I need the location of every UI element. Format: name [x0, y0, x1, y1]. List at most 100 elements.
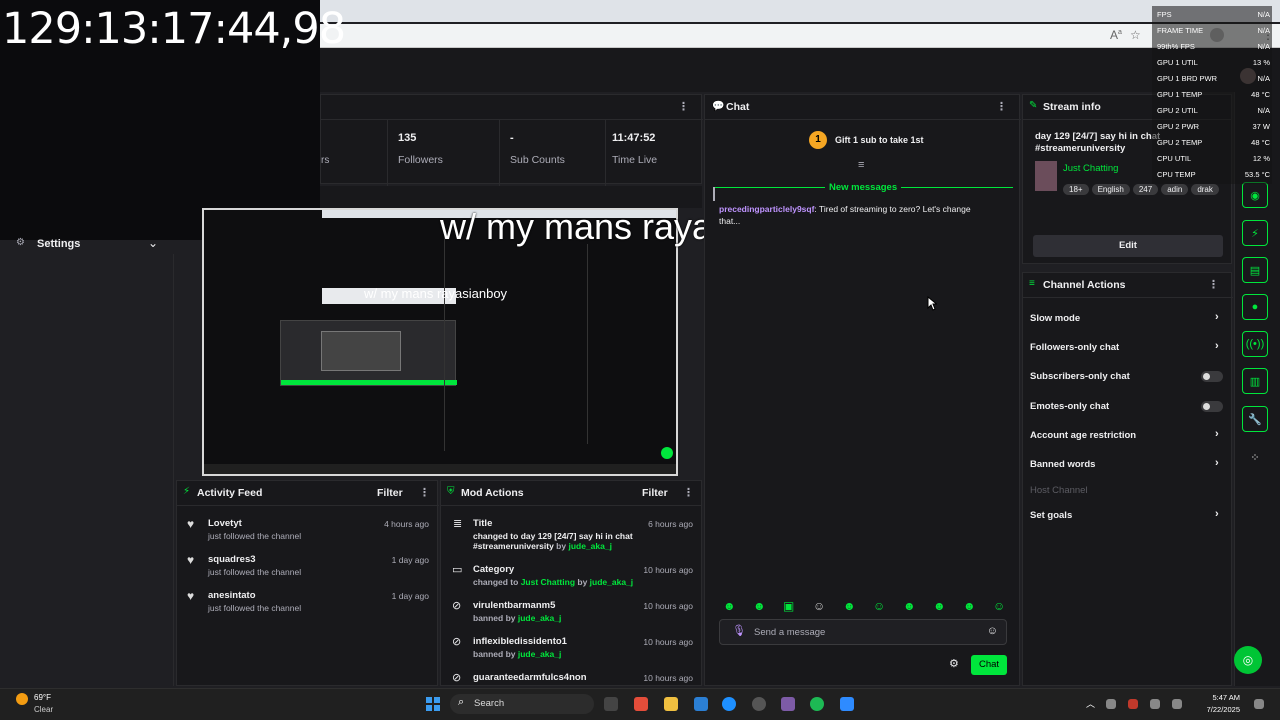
camera-icon[interactable]: ◉ — [1242, 182, 1268, 208]
activity-feed-title: Activity Feed — [197, 487, 263, 499]
mod-filter-button[interactable]: Filter — [642, 487, 668, 499]
taskbar-clock[interactable]: 5:47 AM — [1206, 693, 1240, 702]
gift-sub-banner[interactable]: 1 Gift 1 sub to take 1st — [809, 131, 1009, 151]
perf-row: GPU 2 TEMP 48 °C — [1157, 138, 1270, 147]
tag[interactable]: 247 — [1132, 184, 1159, 195]
activity-filter-button[interactable]: Filter — [377, 487, 403, 499]
taskbar-date[interactable]: 7/22/2025 — [1200, 705, 1240, 714]
chat-send-button[interactable]: Chat — [971, 655, 1007, 675]
perf-row: GPU 2 UTIL N/A — [1157, 106, 1270, 115]
tag[interactable]: English — [1091, 184, 1130, 195]
clipboard-icon[interactable]: ▤ — [1242, 257, 1268, 283]
tab-strip[interactable] — [320, 0, 1280, 22]
action-account-age-restriction[interactable]: Account age restriction › — [1023, 426, 1233, 446]
chat-title: Chat — [726, 101, 750, 113]
spotify-icon[interactable] — [810, 697, 824, 711]
emote-icon[interactable]: ☺ — [813, 599, 825, 613]
action-set-goals[interactable]: Set goals › — [1023, 506, 1233, 526]
reader-mode-icon[interactable]: Aa — [1110, 28, 1122, 42]
app-icon[interactable] — [781, 697, 795, 711]
category-box-art — [1035, 161, 1057, 191]
chat-input-box[interactable]: 🎙 Send a message ☺ — [719, 619, 1007, 645]
emote-icon[interactable]: ☻ — [963, 599, 976, 613]
stream-category[interactable]: Just Chatting — [1063, 163, 1118, 174]
shield-icon: ⛨ — [447, 486, 455, 497]
tag[interactable]: adin — [1161, 184, 1189, 195]
edge-browser-icon[interactable] — [722, 697, 736, 711]
copilot-icon[interactable] — [634, 697, 648, 711]
emote-icon[interactable]: ☻ — [753, 599, 766, 613]
emote-icon[interactable]: ☻ — [903, 599, 916, 613]
add-action-icon[interactable]: ⁘ — [1242, 444, 1268, 470]
stats-menu-icon[interactable]: ⋮ — [678, 100, 689, 113]
edit-stream-info-button[interactable]: Edit — [1033, 235, 1223, 257]
activity-item[interactable]: ♥ squadres3 just followed the channel 1 … — [177, 551, 439, 581]
stream-title: day 129 [24/7] say hi in chat — [1035, 131, 1161, 142]
mod-action-item[interactable]: ⊘ guaranteedarmfulcs4non 10 hours ago — [441, 669, 701, 685]
weather-temp[interactable]: 69°F — [34, 693, 51, 702]
subscribers-only-toggle[interactable] — [1201, 371, 1223, 382]
favorite-star-icon[interactable]: ☆ — [1130, 28, 1141, 42]
title-edit-icon: ≣ — [453, 518, 463, 530]
collapse-icon[interactable]: ≡ — [858, 159, 864, 171]
activity-item[interactable]: ♥ anesintato just followed the channel 1… — [177, 587, 439, 617]
emote-icon[interactable]: ☻ — [933, 599, 946, 613]
channel-actions-menu-icon[interactable]: ⋮ — [1208, 278, 1219, 291]
chevron-up-icon[interactable]: ︿ — [1086, 697, 1095, 710]
new-messages-label: New messages — [825, 182, 902, 193]
chat-menu-icon[interactable]: ⋮ — [996, 100, 1007, 113]
windows-start-icon[interactable] — [426, 697, 440, 711]
stat-followers: 135 Followers — [387, 120, 499, 186]
mod-action-item[interactable]: ≣ Title 6 hours ago changed to day 129 [… — [441, 515, 701, 555]
chat-message[interactable]: precedingparticlely9sqf: Tired of stream… — [719, 203, 1019, 227]
emote-icon[interactable]: ☻ — [843, 599, 856, 613]
mod-action-item[interactable]: ⊘ inflexibledissidento1 10 hours ago ban… — [441, 633, 701, 663]
tray-icon[interactable] — [1106, 699, 1116, 709]
headset-help-icon[interactable]: ◎ — [1234, 646, 1262, 674]
activity-menu-icon[interactable]: ⋮ — [419, 486, 430, 499]
chat-bubble-icon[interactable]: ● — [1242, 294, 1268, 320]
activity-item[interactable]: ♥ Lovetyt just followed the channel 4 ho… — [177, 515, 439, 545]
wrench-icon[interactable]: 🔧 — [1242, 406, 1268, 432]
emotes-only-toggle[interactable] — [1201, 401, 1223, 412]
tag[interactable]: 18+ — [1063, 184, 1089, 195]
notifications-icon[interactable] — [1254, 699, 1264, 709]
settings-row[interactable]: ⚙ Settings ⌄ — [0, 234, 174, 254]
stream-preview[interactable]: w/ my mans rayasianboy — [202, 208, 678, 476]
chat-input[interactable]: Send a message — [754, 627, 825, 638]
wifi-icon[interactable] — [1150, 699, 1160, 709]
emoji-picker-icon[interactable]: ☺ — [987, 625, 998, 637]
mod-menu-icon[interactable]: ⋮ — [683, 486, 694, 499]
category-icon: ▭ — [452, 564, 463, 576]
chat-settings-icon[interactable]: ⚙ — [949, 657, 959, 670]
action-followers-only-chat[interactable]: Followers-only chat › — [1023, 338, 1233, 358]
rank-badge-icon: 1 — [809, 131, 827, 149]
obs-icon[interactable] — [752, 697, 766, 711]
emote-icon[interactable]: ☻ — [723, 599, 736, 613]
emote-icon[interactable]: ☺ — [993, 599, 1005, 613]
stat-time-live: 11:47:52 Time Live — [605, 120, 703, 186]
action-slow-mode[interactable]: Slow mode › — [1023, 309, 1233, 329]
mod-action-item[interactable]: ▭ Category 10 hours ago changed to Just … — [441, 561, 701, 591]
chevron-right-icon: › — [1215, 428, 1219, 440]
monitor-icon[interactable]: ▥ — [1242, 368, 1268, 394]
emote-icon[interactable]: ☺ — [873, 599, 885, 613]
lightning-icon[interactable]: ⚡ — [1242, 220, 1268, 246]
microphone-icon[interactable]: 🎙 — [732, 624, 746, 637]
calculator-icon[interactable] — [840, 697, 854, 711]
mod-action-item[interactable]: ⊘ virulentbarmanm5 10 hours ago banned b… — [441, 597, 701, 627]
preview-nested-overlay-text: w/ my mans rayasianboy — [364, 286, 508, 301]
store-icon[interactable] — [694, 697, 708, 711]
volume-icon[interactable] — [1172, 699, 1182, 709]
chat-username[interactable]: precedingparticlely9sqf — [719, 204, 814, 214]
file-explorer-icon[interactable] — [664, 697, 678, 711]
weather-icon[interactable] — [16, 693, 28, 705]
action-banned-words[interactable]: Banned words › — [1023, 455, 1233, 475]
task-view-icon[interactable] — [604, 697, 618, 711]
taskbar-search[interactable]: ⌕ Search — [450, 694, 594, 714]
address-bar[interactable]: Aa ☆ ⋮ — [320, 24, 1280, 48]
tray-icon[interactable] — [1128, 699, 1138, 709]
broadcast-icon[interactable]: ((•)) — [1242, 331, 1268, 357]
emote-icon[interactable]: ▣ — [783, 599, 794, 613]
tag[interactable]: drak — [1191, 184, 1219, 195]
